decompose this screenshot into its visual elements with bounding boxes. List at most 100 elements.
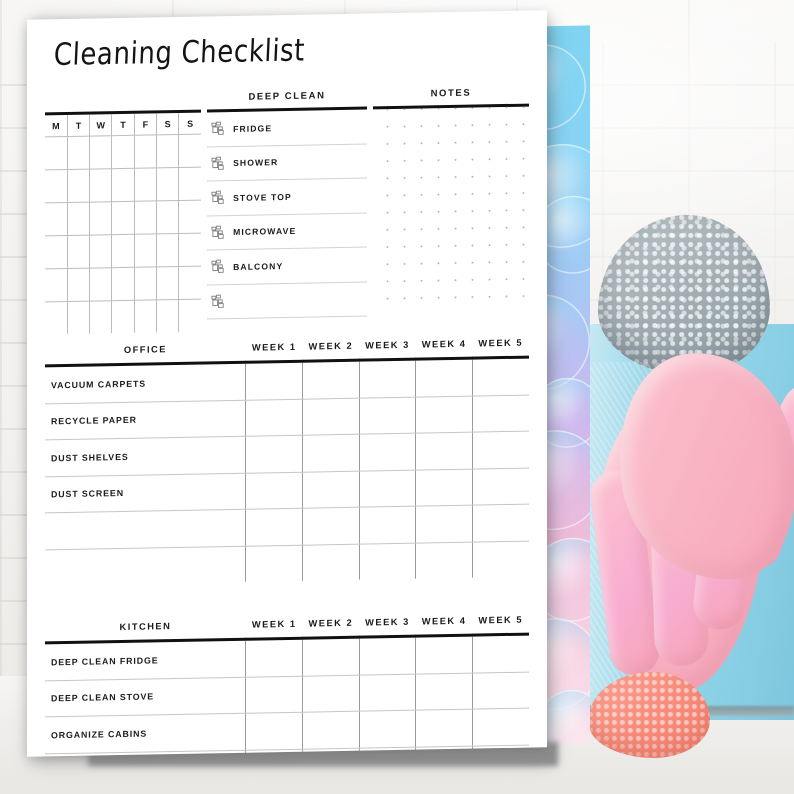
notes-block: NOTES <box>372 85 529 329</box>
calendar-cell[interactable] <box>156 134 179 168</box>
calendar-cell[interactable] <box>156 200 179 234</box>
calendar-cell[interactable] <box>178 233 202 267</box>
office-week-cell[interactable] <box>472 541 529 578</box>
calendar-cell[interactable] <box>45 301 68 335</box>
calendar-cell[interactable] <box>134 134 157 169</box>
calendar-cell[interactable] <box>134 167 157 202</box>
office-week-cell[interactable] <box>302 543 360 581</box>
kitchen-table-body: DEEP CLEAN FRIDGE DEEP CLEAN STOVE ORGAN… <box>45 634 529 757</box>
calendar-cell[interactable] <box>156 299 179 333</box>
office-week-cell[interactable] <box>415 395 473 434</box>
calendar-cell[interactable] <box>89 201 112 236</box>
deep-clean-item[interactable]: STOVE TOP <box>207 178 367 216</box>
office-week-cell[interactable] <box>245 435 303 473</box>
deep-clean-item[interactable]: FRIDGE <box>207 109 367 147</box>
calendar-cell[interactable] <box>178 266 202 300</box>
calendar-cell[interactable] <box>134 233 157 268</box>
office-week-cell[interactable] <box>472 467 529 506</box>
deep-clean-item[interactable] <box>207 282 367 320</box>
kitchen-week-cell[interactable] <box>245 638 303 677</box>
office-week-cell[interactable] <box>415 505 473 543</box>
calendar-cell[interactable] <box>156 233 179 267</box>
office-task-label[interactable] <box>45 509 246 550</box>
calendar-cell[interactable] <box>67 169 90 203</box>
calendar-cell[interactable] <box>111 267 135 301</box>
kitchen-week-cell[interactable] <box>415 672 473 711</box>
calendar-cell[interactable] <box>67 202 90 236</box>
calendar-cell[interactable] <box>45 169 68 203</box>
calendar-cell[interactable] <box>89 234 112 269</box>
calendar-cell[interactable] <box>67 235 90 269</box>
calendar-cell[interactable] <box>45 202 68 236</box>
office-week-cell[interactable] <box>415 468 473 507</box>
office-week-cell[interactable] <box>415 432 473 470</box>
office-week-cell[interactable] <box>415 541 473 579</box>
calendar-cell[interactable] <box>89 135 112 170</box>
calendar-cell[interactable] <box>45 268 68 302</box>
calendar-cell[interactable] <box>111 300 135 334</box>
office-week-cell[interactable] <box>245 398 303 437</box>
deep-clean-item[interactable]: BALCONY <box>207 247 367 285</box>
calendar-cell[interactable] <box>179 299 201 332</box>
office-week-cell[interactable] <box>359 506 416 544</box>
calendar-cell[interactable] <box>156 266 179 300</box>
office-week-cell[interactable] <box>302 507 360 545</box>
office-week-cell[interactable] <box>245 544 303 582</box>
calendar-cell[interactable] <box>45 235 68 269</box>
office-week-cell[interactable] <box>245 471 303 510</box>
calendar-cell[interactable] <box>67 136 90 170</box>
office-week-cell[interactable] <box>472 504 529 542</box>
kitchen-week-cell[interactable] <box>359 636 416 675</box>
calendar-cell[interactable] <box>156 167 179 201</box>
calendar-section-title <box>45 91 201 109</box>
office-week-cell[interactable] <box>245 508 303 546</box>
office-week-cell[interactable] <box>359 396 416 435</box>
calendar-cell[interactable] <box>67 268 90 302</box>
calendar-cell[interactable] <box>178 200 202 234</box>
office-week-cell[interactable] <box>302 434 360 472</box>
kitchen-week-cell[interactable] <box>415 709 473 747</box>
office-week-cell[interactable] <box>472 431 529 469</box>
calendar-cell[interactable] <box>134 200 157 235</box>
kitchen-week-cell[interactable] <box>302 674 360 713</box>
calendar-cell[interactable] <box>45 136 68 170</box>
office-week-cell[interactable] <box>302 470 360 509</box>
kitchen-week-cell[interactable] <box>245 712 303 750</box>
kitchen-week-cell[interactable] <box>472 634 529 673</box>
calendar-cell[interactable] <box>89 267 112 302</box>
calendar-cell[interactable] <box>67 301 90 335</box>
calendar-cell[interactable] <box>89 300 112 334</box>
office-week-cell[interactable] <box>302 360 360 399</box>
notes-dot-grid[interactable] <box>372 106 529 313</box>
calendar-cell[interactable] <box>178 134 202 168</box>
kitchen-week-cell[interactable] <box>359 673 416 712</box>
office-week-cell[interactable] <box>472 394 529 433</box>
kitchen-week-cell[interactable] <box>245 675 303 714</box>
deep-clean-item[interactable]: MICROWAVE <box>207 213 367 251</box>
calendar-cell[interactable] <box>111 201 135 235</box>
calendar-cell[interactable] <box>111 234 135 268</box>
office-week-cell[interactable] <box>472 357 529 396</box>
office-week-cell[interactable] <box>359 359 416 398</box>
kitchen-week-cell[interactable] <box>359 710 416 748</box>
office-week-cell[interactable] <box>359 542 416 580</box>
kitchen-week-cell[interactable] <box>302 637 360 676</box>
deep-clean-item[interactable]: SHOWER <box>207 144 367 182</box>
kitchen-week-cell[interactable] <box>415 635 473 674</box>
office-task-label[interactable] <box>45 545 246 586</box>
office-week-cell[interactable] <box>302 397 360 436</box>
calendar-cell[interactable] <box>89 168 112 203</box>
office-week-cell[interactable] <box>359 469 416 508</box>
office-week-cell[interactable] <box>245 361 303 400</box>
office-task-label: VACUUM CARPETS <box>45 362 246 404</box>
calendar-cell[interactable] <box>134 266 157 301</box>
calendar-cell[interactable] <box>134 299 157 333</box>
office-week-cell[interactable] <box>359 433 416 471</box>
calendar-cell[interactable] <box>111 135 135 169</box>
calendar-cell[interactable] <box>178 167 202 201</box>
calendar-cell[interactable] <box>111 168 135 202</box>
kitchen-week-cell[interactable] <box>472 708 529 746</box>
kitchen-week-cell[interactable] <box>472 671 529 710</box>
office-week-cell[interactable] <box>415 358 473 397</box>
kitchen-week-cell[interactable] <box>302 711 360 749</box>
